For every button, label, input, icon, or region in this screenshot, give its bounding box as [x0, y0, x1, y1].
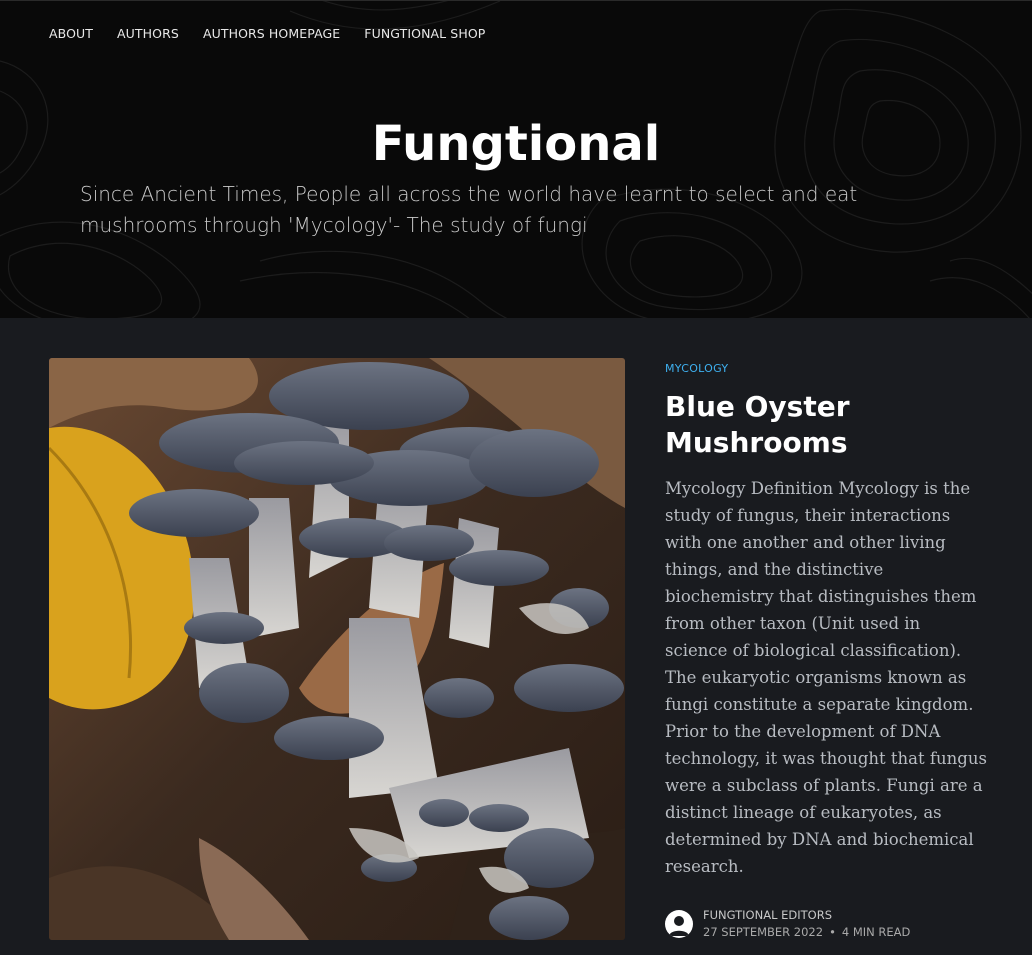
nav-link-fungtional-shop[interactable]: FUNGTIONAL SHOP [364, 26, 485, 41]
post-meta: FUNGTIONAL EDITORS 27 SEPTEMBER 2022 • 4 M… [665, 907, 910, 941]
post-date-line: 27 SEPTEMBER 2022 • 4 MIN READ [703, 924, 910, 941]
reading-time: 4 MIN READ [841, 925, 911, 939]
post-feature-image[interactable] [49, 358, 625, 940]
post-title[interactable]: Blue Oyster Mushrooms [665, 389, 995, 461]
mushroom-photo-icon [49, 358, 625, 940]
post-meta-text: FUNGTIONAL EDITORS 27 SEPTEMBER 2022 • 4 M… [703, 907, 910, 941]
nav-link-authors-homepage[interactable]: AUTHORS HOMEPAGE [203, 26, 340, 41]
author-name[interactable]: FUNGTIONAL EDITORS [703, 907, 910, 924]
site-header: ABOUT AUTHORS AUTHORS HOMEPAGE FUNGTIONA… [0, 0, 1032, 318]
meta-separator: • [829, 925, 836, 939]
site-description: Since Ancient Times, People all across t… [80, 182, 858, 237]
post-date: 27 SEPTEMBER 2022 [703, 925, 824, 939]
nav-link-about[interactable]: ABOUT [49, 26, 93, 41]
post-feed: MYCOLOGY Blue Oyster Mushrooms Mycology … [0, 318, 1032, 955]
author-avatar[interactable] [665, 910, 693, 938]
main-navigation: ABOUT AUTHORS AUTHORS HOMEPAGE FUNGTIONA… [49, 26, 485, 41]
site-title: Fungtional [371, 116, 661, 172]
post-card-content: MYCOLOGY Blue Oyster Mushrooms Mycology … [665, 362, 995, 880]
nav-link-authors[interactable]: AUTHORS [117, 26, 179, 41]
post-excerpt: Mycology Definition Mycology is the stud… [665, 479, 987, 876]
post-tag[interactable]: MYCOLOGY [665, 362, 995, 375]
user-icon [669, 916, 689, 936]
